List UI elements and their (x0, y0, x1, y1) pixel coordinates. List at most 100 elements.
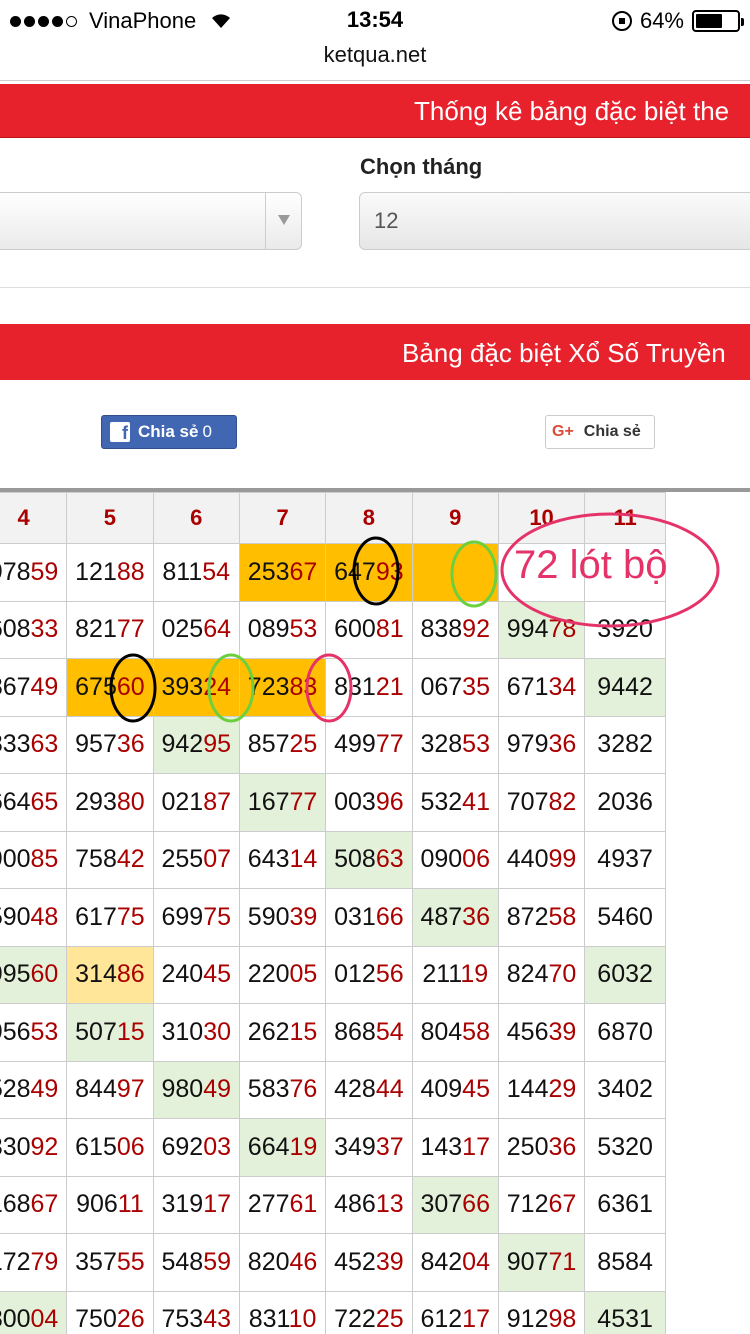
table-row: 6900857584225507643145086309006440994937 (0, 830, 666, 889)
cell-last-two-digits: 71 (548, 1247, 577, 1276)
result-cell: 32853 (411, 715, 499, 774)
result-cell: 31917 (152, 1175, 240, 1234)
cell-last-two-digits: 56 (375, 960, 404, 989)
cell-prefix: 692 (161, 1132, 204, 1161)
result-cell: 70782 (497, 773, 586, 832)
cell-prefix: 590 (0, 902, 31, 931)
result-cell: 31486 (66, 945, 154, 1004)
cell-prefix: 712 (506, 1190, 549, 1219)
cell-last-two-digits: 60 (116, 672, 145, 701)
facebook-icon: f (110, 422, 130, 443)
cell-prefix: 428 (334, 1075, 376, 1104)
result-cell: 29380 (66, 773, 154, 832)
month-select-label: Chọn tháng (360, 154, 483, 179)
result-cell: 53241 (411, 773, 499, 832)
month-select[interactable]: 12 (359, 192, 750, 250)
result-cell: 44099 (497, 830, 586, 889)
cell-prefix: 314 (75, 960, 117, 989)
results-table-wrapper[interactable]: 4567891011 79785912188811542536764793960… (0, 488, 750, 1334)
cell-last-two-digits: 35 (462, 672, 490, 701)
cell-prefix: 857 (247, 730, 290, 759)
result-cell: 80004 (0, 1290, 68, 1334)
table-row: 800047502675343831107222561217912984531 (0, 1290, 666, 1334)
address-bar-url[interactable]: ketqua.net (0, 42, 750, 68)
cell-last-two-digits: 76 (289, 1075, 318, 1104)
year-select[interactable] (0, 192, 302, 250)
result-cell: 67560 (66, 658, 154, 717)
cell-last-two-digits: 33 (30, 615, 59, 644)
cell-value: 6870 (597, 1017, 653, 1046)
cell-prefix: 328 (420, 730, 463, 759)
result-cell: 99478 (497, 600, 586, 659)
cell-prefix: 583 (247, 1075, 290, 1104)
result-cell: 25367 (238, 543, 327, 602)
cell-prefix: 262 (247, 1017, 290, 1046)
cell-prefix: 211 (422, 960, 461, 989)
cell-prefix: 617 (75, 902, 117, 931)
cell-prefix: 821 (75, 615, 117, 644)
cell-prefix: 168 (0, 1190, 31, 1219)
filter-panel: Chọn tháng 12 (0, 138, 750, 288)
cell-prefix: 293 (75, 787, 117, 816)
handwritten-annotation: 72 lót bộ (514, 543, 668, 587)
result-cell: 83363 (0, 715, 68, 774)
cell-last-two-digits: 43 (203, 1305, 231, 1334)
cell-last-two-digits: 37 (375, 1132, 404, 1161)
table-row: 5528498449798049583764284440945144293402 (0, 1060, 666, 1119)
cell-last-two-digits: 54 (375, 1017, 404, 1046)
cell-last-two-digits: 58 (462, 1017, 490, 1046)
cell-last-two-digits: 44 (375, 1075, 404, 1104)
cell-last-two-digits: 45 (462, 1075, 490, 1104)
table-row: 5664652938002187167770039653241707822036 (0, 773, 666, 832)
result-cell: 3282 (584, 715, 666, 774)
result-cell: 67134 (497, 658, 586, 717)
cell-last-two-digits: 17 (462, 1305, 490, 1334)
result-cell: 31030 (152, 1003, 240, 1062)
facebook-share-button[interactable]: f Chia sẻ 0 (101, 415, 237, 449)
result-cell: 82177 (66, 600, 154, 659)
result-cell: 66465 (0, 773, 68, 832)
cell-last-two-digits: 53 (462, 730, 490, 759)
cell-prefix: 003 (334, 787, 376, 816)
cell-last-two-digits: 66 (375, 902, 404, 931)
result-cell: 5460 (584, 888, 666, 947)
cell-prefix: 600 (334, 615, 376, 644)
google-plus-share-button[interactable]: G+ Chia sẻ (545, 415, 655, 449)
cell-last-two-digits: 59 (30, 557, 59, 586)
table-row: 3867496756039324723838312106735671349442 (0, 658, 666, 717)
cell-prefix: 167 (247, 787, 290, 816)
table-row: 6168679061131917277614861330766712676361 (0, 1175, 666, 1234)
cell-prefix: 643 (247, 845, 290, 874)
cell-prefix: 979 (506, 730, 549, 759)
cell-last-two-digits: 86 (116, 960, 145, 989)
result-cell: 83121 (325, 658, 413, 717)
facebook-share-label: Chia sẻ (138, 422, 199, 441)
result-cell: 40945 (411, 1060, 499, 1119)
cell-prefix: 831 (248, 1305, 289, 1334)
result-cell: 95653 (0, 1003, 68, 1062)
cell-prefix: 820 (247, 1247, 290, 1276)
cell-last-two-digits: 82 (548, 787, 577, 816)
result-cell: 52849 (0, 1060, 68, 1119)
cell-last-two-digits: 06 (462, 845, 490, 874)
cell-prefix: 664 (0, 787, 31, 816)
cell-last-two-digits: 85 (30, 845, 59, 874)
cell-prefix: 393 (161, 672, 204, 701)
cell-prefix: 025 (161, 615, 204, 644)
cell-last-two-digits: 95 (203, 730, 231, 759)
cell-prefix: 675 (75, 672, 117, 701)
cell-last-two-digits: 83 (289, 672, 318, 701)
result-cell: 2036 (584, 773, 666, 832)
result-cell: 9442 (584, 658, 666, 717)
result-cell: 75343 (152, 1290, 240, 1334)
column-header: 7 (238, 492, 327, 544)
cell-last-two-digits: 36 (548, 1132, 577, 1161)
result-cell: 61217 (411, 1290, 499, 1334)
cell-prefix: 508 (334, 845, 376, 874)
cell-prefix: 868 (334, 1017, 376, 1046)
cell-prefix: 487 (420, 902, 463, 931)
cell-prefix: 250 (506, 1132, 549, 1161)
result-cell: 02187 (152, 773, 240, 832)
result-cell: 69975 (152, 888, 240, 947)
result-cell: 45239 (325, 1233, 413, 1292)
